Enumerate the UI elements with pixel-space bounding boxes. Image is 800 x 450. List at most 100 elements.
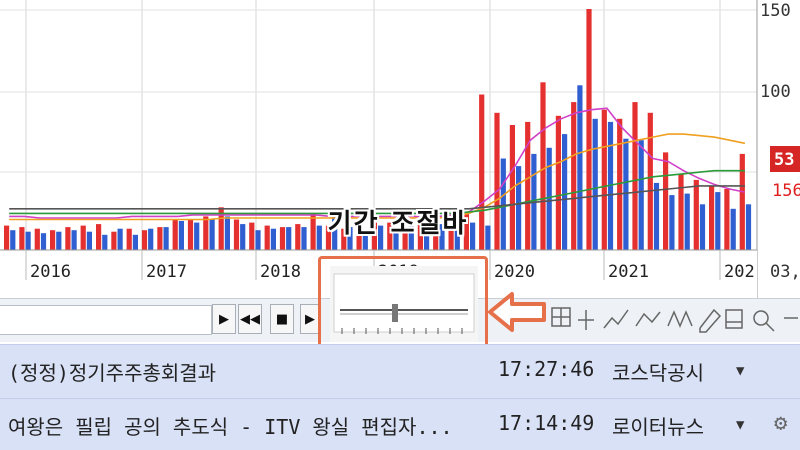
chart-bar <box>571 102 577 250</box>
chart-bar <box>669 195 675 250</box>
chart-bar <box>279 227 286 250</box>
chart-bar <box>117 228 123 250</box>
chart-bar <box>739 153 745 250</box>
chart-bar <box>592 118 598 250</box>
chart-bar <box>4 225 10 250</box>
wave-icon <box>667 310 693 328</box>
chart-bar <box>132 234 138 251</box>
chart-bar <box>540 82 546 251</box>
chart-bar <box>10 230 16 250</box>
chart-bar <box>586 9 592 250</box>
period-slider-highlight <box>318 256 488 350</box>
pointer-arrow <box>488 292 546 332</box>
news-row[interactable]: (정정)정기주주총회결과 17:27:46 코스닥공시 ▼ <box>0 344 800 398</box>
chart-bar <box>102 234 108 251</box>
chart-bar <box>172 219 178 250</box>
chart-bar <box>638 140 644 250</box>
trend-line-icon <box>635 311 661 327</box>
chevron-down-icon[interactable]: ▼ <box>736 417 744 433</box>
chevron-down-icon[interactable]: ▼ <box>736 363 744 379</box>
drawing-tools <box>551 307 798 333</box>
price-tag-secondary: 156 <box>772 181 800 201</box>
price-tag-label: 53 <box>774 150 794 170</box>
chart-bar <box>623 138 629 250</box>
chart-canvas[interactable]: 20162017201820192020202120203,1501005315… <box>0 0 800 298</box>
date-label: 2016 <box>30 262 71 282</box>
gear-icon[interactable]: ⚙ <box>774 411 787 436</box>
period-slider-callout: 기간 조절바 <box>327 209 469 239</box>
chart-bar <box>632 102 638 250</box>
stock-chart[interactable]: 20162017201820192020202120203,1501005315… <box>0 0 800 298</box>
chart-bar <box>203 216 209 250</box>
date-label: 2020 <box>494 262 535 282</box>
news-row[interactable]: 여왕은 필립 공의 추도식 - ITV 왕실 편집자... 17:14:49 로… <box>0 398 800 450</box>
chart-bar <box>157 227 163 250</box>
chart-bar <box>71 230 77 250</box>
stop-icon: ■ <box>275 311 289 327</box>
chart-bar <box>270 228 276 250</box>
chart-bar <box>126 228 132 250</box>
date-label-right: 03, <box>770 262 800 282</box>
chart-bar <box>745 204 752 251</box>
chart-bar <box>601 109 607 250</box>
chart-bar <box>653 182 660 250</box>
chart-bar <box>264 225 270 250</box>
chart-bar <box>163 227 169 250</box>
chart-bar <box>730 208 736 250</box>
chart-bar <box>96 224 102 250</box>
chart-bar <box>709 185 715 250</box>
chart-bar <box>194 222 200 250</box>
chart-bar <box>141 230 148 250</box>
chart-bar <box>301 227 307 250</box>
chart-bar <box>562 134 568 250</box>
eraser-icon <box>725 309 743 329</box>
chart-bar <box>50 230 56 250</box>
chart-bar <box>724 189 730 250</box>
chart-bar <box>249 222 255 250</box>
pencil-icon <box>699 308 722 333</box>
news-title[interactable]: 여왕은 필립 공의 추도식 - ITV 왕실 편집자... <box>8 411 453 440</box>
news-time: 17:14:49 <box>498 411 595 435</box>
chart-bar <box>233 219 240 250</box>
chart-bar <box>693 179 699 250</box>
chart-bar <box>555 115 561 250</box>
chart-bar <box>80 225 86 250</box>
chart-bar <box>577 85 583 250</box>
date-label: 2017 <box>146 262 187 282</box>
play-button[interactable]: ▶ <box>212 304 236 334</box>
chart-bar <box>56 231 62 250</box>
forward-icon: ▶ <box>305 311 315 327</box>
forward-button[interactable]: ▶ <box>300 304 320 334</box>
rewind-button[interactable]: ◀◀ <box>238 304 262 334</box>
chart-bar <box>546 147 552 250</box>
rewind-icon: ◀◀ <box>240 311 260 327</box>
news-source: 로이터뉴스 <box>612 415 704 439</box>
date-label: 2021 <box>608 262 649 282</box>
chart-bar <box>663 152 669 250</box>
y-axis-label: 100 <box>760 82 791 102</box>
chart-bar <box>178 221 184 250</box>
date-label: 202 <box>724 262 755 282</box>
magnifier-icon <box>753 310 775 332</box>
chart-bar <box>715 192 721 250</box>
chart-bar <box>684 193 690 250</box>
date-label: 2018 <box>260 262 301 282</box>
chart-bar <box>86 231 92 250</box>
chart-bar <box>19 227 25 250</box>
chart-bar <box>516 166 522 250</box>
period-input[interactable] <box>0 305 212 335</box>
news-source: 코스닥공시 <box>612 361 704 385</box>
chart-bar <box>647 112 653 251</box>
chart-bar <box>25 231 31 250</box>
chart-bar <box>187 219 194 250</box>
grid-icon <box>551 307 571 327</box>
y-axis-label: 150 <box>760 1 791 21</box>
news-title[interactable]: (정정)정기주주총회결과 <box>8 357 216 386</box>
chart-bar <box>111 231 117 250</box>
trend-up-icon <box>603 309 629 329</box>
news-time: 17:27:46 <box>498 357 595 381</box>
chart-bar <box>295 224 301 250</box>
chart-bar <box>699 204 706 251</box>
stop-button[interactable]: ■ <box>270 304 294 334</box>
chart-bar <box>500 158 506 250</box>
